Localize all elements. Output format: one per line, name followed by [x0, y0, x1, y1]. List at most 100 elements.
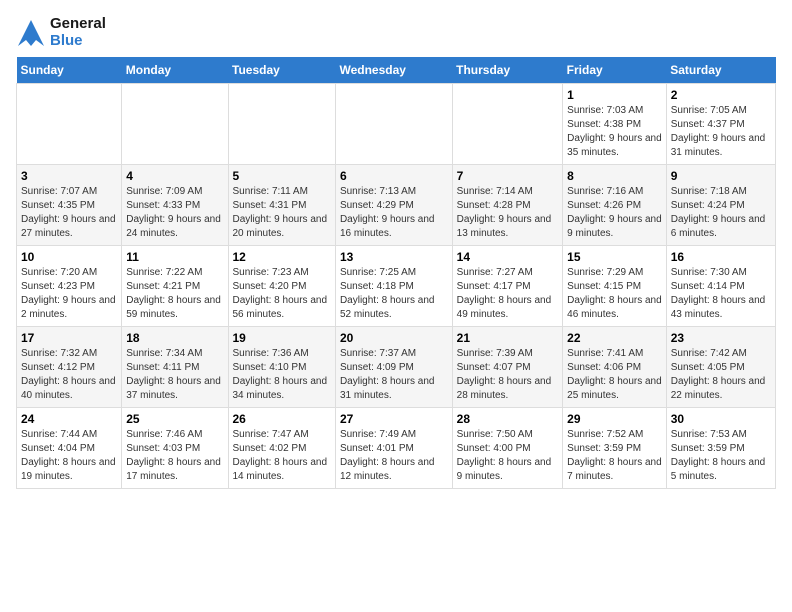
calendar-cell: 28Sunrise: 7:50 AMSunset: 4:00 PMDayligh… [452, 408, 563, 489]
logo-icon [16, 18, 46, 48]
day-number: 6 [340, 169, 448, 183]
day-info: Sunrise: 7:05 AMSunset: 4:37 PMDaylight:… [671, 104, 771, 160]
calendar-cell [17, 84, 122, 165]
day-number: 15 [567, 250, 662, 264]
calendar-cell: 8 Sunrise: 7:16 AMSunset: 4:26 PMDaylight… [563, 165, 667, 246]
weekday-header-row: SundayMondayTuesdayWednesdayThursdayFrid… [17, 57, 776, 84]
calendar-table: SundayMondayTuesdayWednesdayThursdayFrid… [16, 57, 776, 489]
calendar-cell [335, 84, 452, 165]
day-info: Sunrise: 7:29 AMSunset: 4:15 PMDaylight:… [567, 266, 662, 322]
day-info: Sunrise: 7:30 AMSunset: 4:14 PMDaylight:… [671, 266, 771, 322]
calendar-cell: 26Sunrise: 7:47 AMSunset: 4:02 PMDayligh… [228, 408, 335, 489]
calendar-cell: 9 Sunrise: 7:18 AMSunset: 4:24 PMDaylight… [666, 165, 775, 246]
day-number: 25 [126, 412, 223, 426]
day-info: Sunrise: 7:34 AMSunset: 4:11 PMDaylight:… [126, 347, 223, 403]
calendar-cell: 19 Sunrise: 7:36 AMSunset: 4:10 PMDayligh… [228, 327, 335, 408]
weekday-header-saturday: Saturday [666, 57, 775, 84]
day-number: 7 [457, 169, 559, 183]
day-number: 1 [567, 88, 662, 102]
day-number: 12 [233, 250, 331, 264]
day-number: 22 [567, 331, 662, 345]
calendar-cell: 21 Sunrise: 7:39 AMSunset: 4:07 PMDayligh… [452, 327, 563, 408]
calendar-cell [452, 84, 563, 165]
weekday-header-thursday: Thursday [452, 57, 563, 84]
day-number: 9 [671, 169, 771, 183]
day-number: 4 [126, 169, 223, 183]
calendar-cell: 17Sunrise: 7:32 AMSunset: 4:12 PMDayligh… [17, 327, 122, 408]
calendar-body: 1 Sunrise: 7:03 AMSunset: 4:38 PMDaylight… [17, 84, 776, 489]
calendar-cell: 30Sunrise: 7:53 AMSunset: 3:59 PMDayligh… [666, 408, 775, 489]
day-info: Sunrise: 7:36 AMSunset: 4:10 PMDaylight:… [233, 347, 331, 403]
day-info: Sunrise: 7:23 AMSunset: 4:20 PMDaylight:… [233, 266, 331, 322]
calendar-week-row: 24Sunrise: 7:44 AMSunset: 4:04 PMDayligh… [17, 408, 776, 489]
calendar-cell: 24Sunrise: 7:44 AMSunset: 4:04 PMDayligh… [17, 408, 122, 489]
day-info: Sunrise: 7:47 AMSunset: 4:02 PMDaylight:… [233, 428, 331, 484]
day-number: 23 [671, 331, 771, 345]
day-info: Sunrise: 7:50 AMSunset: 4:00 PMDaylight:… [457, 428, 559, 484]
calendar-week-row: 1 Sunrise: 7:03 AMSunset: 4:38 PMDaylight… [17, 84, 776, 165]
day-number: 2 [671, 88, 771, 102]
day-number: 14 [457, 250, 559, 264]
day-number: 20 [340, 331, 448, 345]
calendar-cell: 29Sunrise: 7:52 AMSunset: 3:59 PMDayligh… [563, 408, 667, 489]
day-info: Sunrise: 7:03 AMSunset: 4:38 PMDaylight:… [567, 104, 662, 160]
day-info: Sunrise: 7:27 AMSunset: 4:17 PMDaylight:… [457, 266, 559, 322]
calendar-cell: 16 Sunrise: 7:30 AMSunset: 4:14 PMDayligh… [666, 246, 775, 327]
day-info: Sunrise: 7:14 AMSunset: 4:28 PMDaylight:… [457, 185, 559, 241]
day-number: 18 [126, 331, 223, 345]
calendar-cell: 2 Sunrise: 7:05 AMSunset: 4:37 PMDaylight… [666, 84, 775, 165]
logo-text-block: General Blue [16, 16, 106, 49]
day-number: 16 [671, 250, 771, 264]
calendar-cell: 13 Sunrise: 7:25 AMSunset: 4:18 PMDayligh… [335, 246, 452, 327]
calendar-cell: 3 Sunrise: 7:07 AMSunset: 4:35 PMDaylight… [17, 165, 122, 246]
calendar-cell: 14 Sunrise: 7:27 AMSunset: 4:17 PMDayligh… [452, 246, 563, 327]
logo-line2: Blue [50, 33, 106, 50]
page-header: General Blue [16, 16, 776, 49]
calendar-week-row: 10Sunrise: 7:20 AMSunset: 4:23 PMDayligh… [17, 246, 776, 327]
day-info: Sunrise: 7:16 AMSunset: 4:26 PMDaylight:… [567, 185, 662, 241]
calendar-cell: 22 Sunrise: 7:41 AMSunset: 4:06 PMDayligh… [563, 327, 667, 408]
weekday-header-monday: Monday [122, 57, 228, 84]
calendar-cell: 10Sunrise: 7:20 AMSunset: 4:23 PMDayligh… [17, 246, 122, 327]
day-info: Sunrise: 7:25 AMSunset: 4:18 PMDaylight:… [340, 266, 448, 322]
calendar-cell: 27Sunrise: 7:49 AMSunset: 4:01 PMDayligh… [335, 408, 452, 489]
day-info: Sunrise: 7:53 AMSunset: 3:59 PMDaylight:… [671, 428, 771, 484]
day-info: Sunrise: 7:20 AMSunset: 4:23 PMDaylight:… [21, 266, 117, 322]
calendar-cell: 25 Sunrise: 7:46 AMSunset: 4:03 PMDayligh… [122, 408, 228, 489]
day-info: Sunrise: 7:39 AMSunset: 4:07 PMDaylight:… [457, 347, 559, 403]
day-info: Sunrise: 7:41 AMSunset: 4:06 PMDaylight:… [567, 347, 662, 403]
day-info: Sunrise: 7:13 AMSunset: 4:29 PMDaylight:… [340, 185, 448, 241]
day-number: 11 [126, 250, 223, 264]
day-number: 3 [21, 169, 117, 183]
calendar-cell: 20Sunrise: 7:37 AMSunset: 4:09 PMDayligh… [335, 327, 452, 408]
day-info: Sunrise: 7:18 AMSunset: 4:24 PMDaylight:… [671, 185, 771, 241]
day-info: Sunrise: 7:42 AMSunset: 4:05 PMDaylight:… [671, 347, 771, 403]
day-number: 8 [567, 169, 662, 183]
day-info: Sunrise: 7:07 AMSunset: 4:35 PMDaylight:… [21, 185, 117, 241]
calendar-cell: 18 Sunrise: 7:34 AMSunset: 4:11 PMDayligh… [122, 327, 228, 408]
calendar-header: SundayMondayTuesdayWednesdayThursdayFrid… [17, 57, 776, 84]
calendar-cell [228, 84, 335, 165]
day-info: Sunrise: 7:09 AMSunset: 4:33 PMDaylight:… [126, 185, 223, 241]
weekday-header-wednesday: Wednesday [335, 57, 452, 84]
day-info: Sunrise: 7:22 AMSunset: 4:21 PMDaylight:… [126, 266, 223, 322]
day-number: 5 [233, 169, 331, 183]
calendar-cell: 4 Sunrise: 7:09 AMSunset: 4:33 PMDaylight… [122, 165, 228, 246]
day-number: 24 [21, 412, 117, 426]
calendar-cell: 1 Sunrise: 7:03 AMSunset: 4:38 PMDaylight… [563, 84, 667, 165]
day-number: 13 [340, 250, 448, 264]
day-info: Sunrise: 7:52 AMSunset: 3:59 PMDaylight:… [567, 428, 662, 484]
day-number: 19 [233, 331, 331, 345]
calendar-cell: 15 Sunrise: 7:29 AMSunset: 4:15 PMDayligh… [563, 246, 667, 327]
weekday-header-friday: Friday [563, 57, 667, 84]
calendar-cell: 12 Sunrise: 7:23 AMSunset: 4:20 PMDayligh… [228, 246, 335, 327]
calendar-week-row: 3 Sunrise: 7:07 AMSunset: 4:35 PMDaylight… [17, 165, 776, 246]
calendar-cell: 23 Sunrise: 7:42 AMSunset: 4:05 PMDayligh… [666, 327, 775, 408]
day-info: Sunrise: 7:46 AMSunset: 4:03 PMDaylight:… [126, 428, 223, 484]
day-number: 21 [457, 331, 559, 345]
calendar-cell: 11 Sunrise: 7:22 AMSunset: 4:21 PMDayligh… [122, 246, 228, 327]
weekday-header-tuesday: Tuesday [228, 57, 335, 84]
weekday-header-sunday: Sunday [17, 57, 122, 84]
logo: General Blue [16, 16, 106, 49]
day-info: Sunrise: 7:49 AMSunset: 4:01 PMDaylight:… [340, 428, 448, 484]
